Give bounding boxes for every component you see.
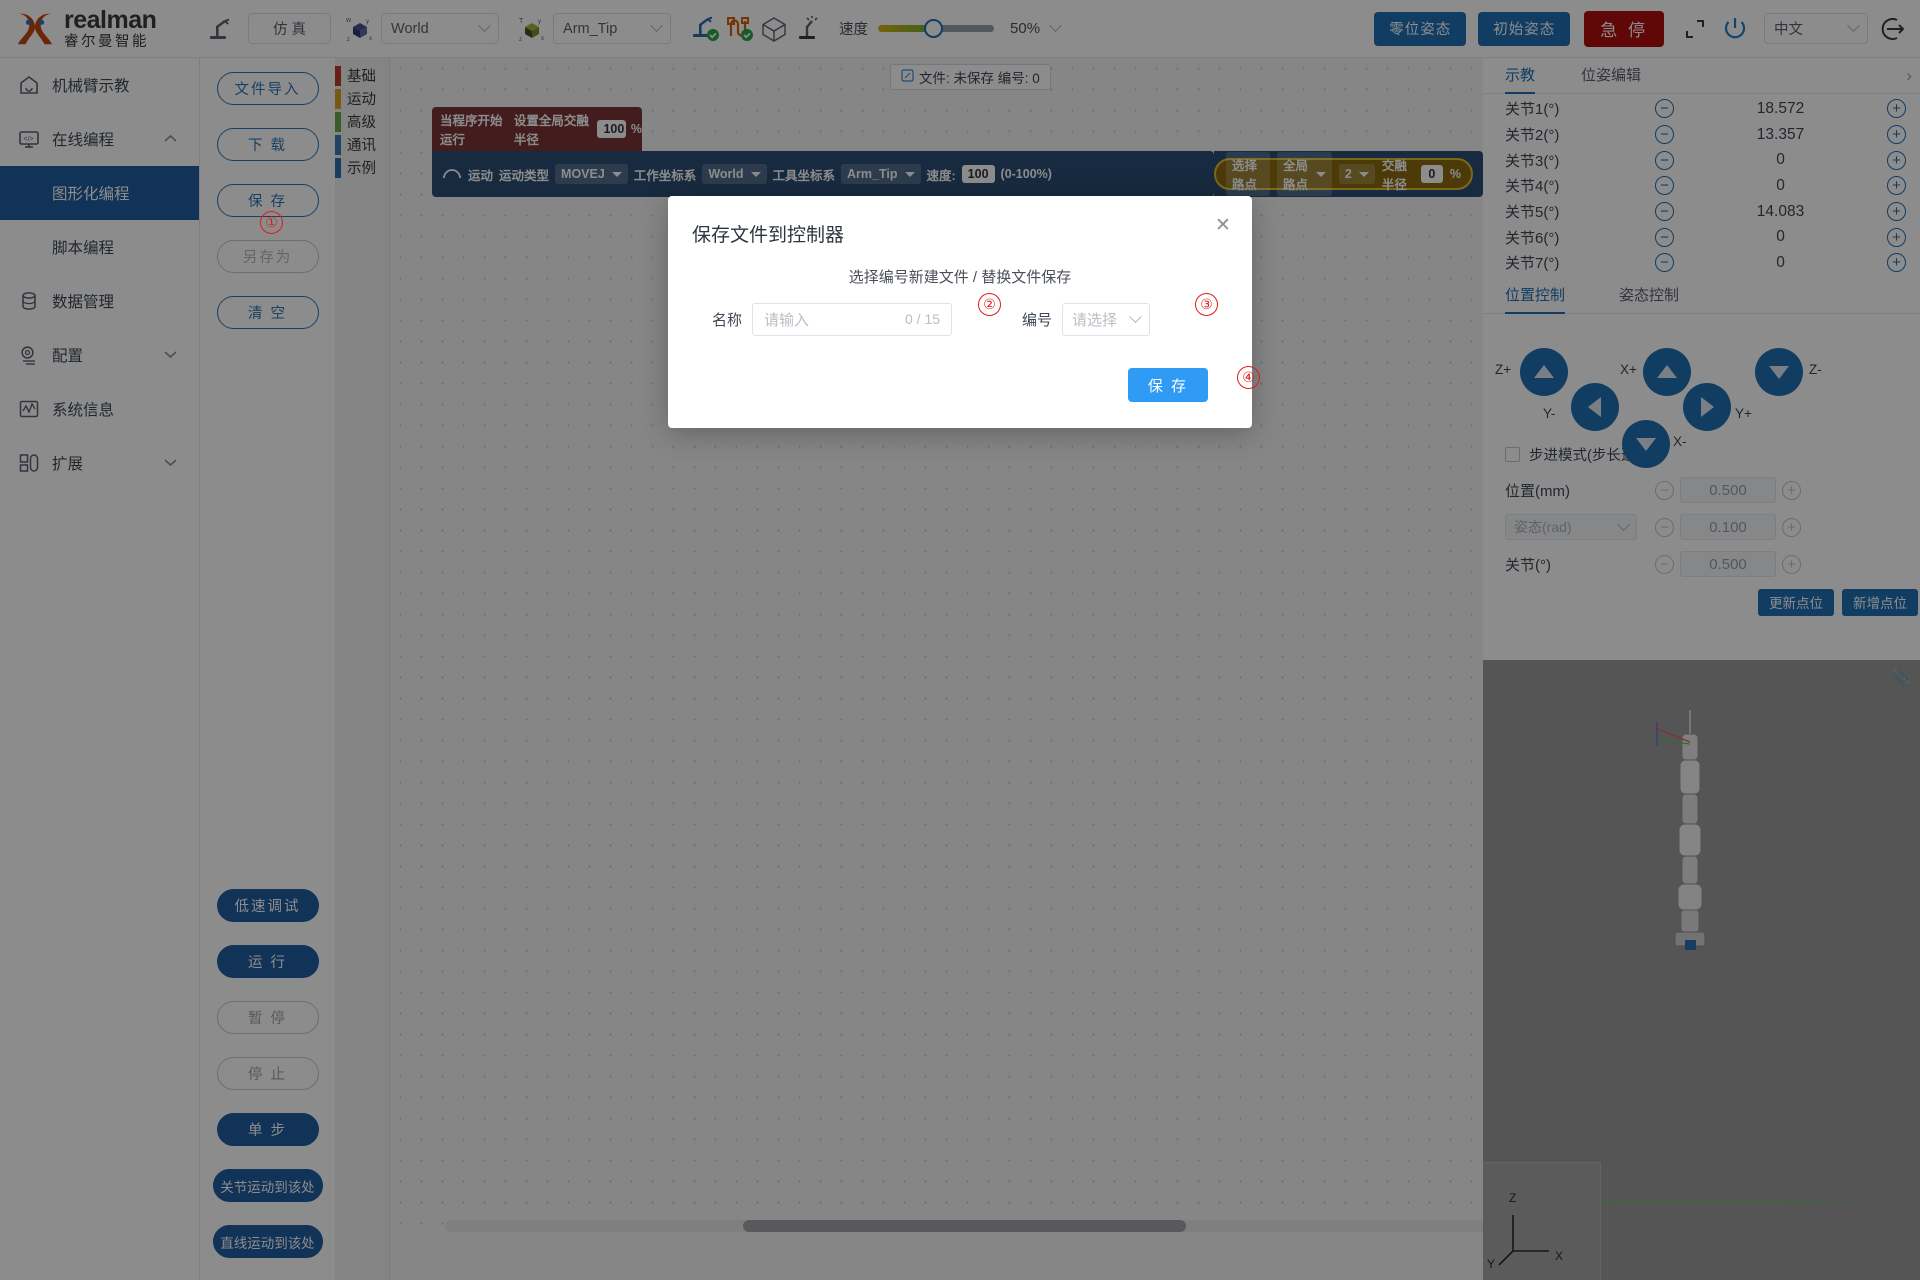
number-placeholder: 请选择 [1072,311,1118,329]
name-field-label: 名称 [712,311,743,329]
dialog-title: 保存文件到控制器 [692,225,845,246]
annotation-marker-4: ④ [1237,366,1260,389]
number-select[interactable]: 请选择 [1062,302,1151,336]
name-char-counter: 0 / 15 [904,311,941,327]
save-file-dialog: 保存文件到控制器 ✕ 选择编号新建文件 / 替换文件保存 名称 请输入 0 / … [668,196,1252,428]
name-input[interactable]: 请输入 0 / 15 [752,302,953,336]
annotation-marker-2: ② [978,293,1001,316]
application-root: realman 睿尔曼智能 仿 真 w y z x World T y z x … [0,0,1920,1280]
annotation-marker-3: ③ [1195,293,1218,316]
close-icon[interactable]: ✕ [1210,212,1236,238]
number-field-label: 编号 [1022,311,1053,329]
dialog-save-button[interactable]: 保 存 [1127,368,1208,402]
chevron-down-icon [1129,309,1142,323]
name-placeholder: 请输入 [764,311,810,329]
name-field-group: 名称 请输入 0 / 15 [712,302,953,336]
number-field-group: 编号 请选择 [1022,302,1151,336]
annotation-marker-1: ① [260,211,283,234]
dialog-form: 名称 请输入 0 / 15 编号 请选择 [668,296,1252,342]
modal-overlay[interactable] [0,0,1920,1280]
dialog-subtitle: 选择编号新建文件 / 替换文件保存 [848,269,1072,286]
